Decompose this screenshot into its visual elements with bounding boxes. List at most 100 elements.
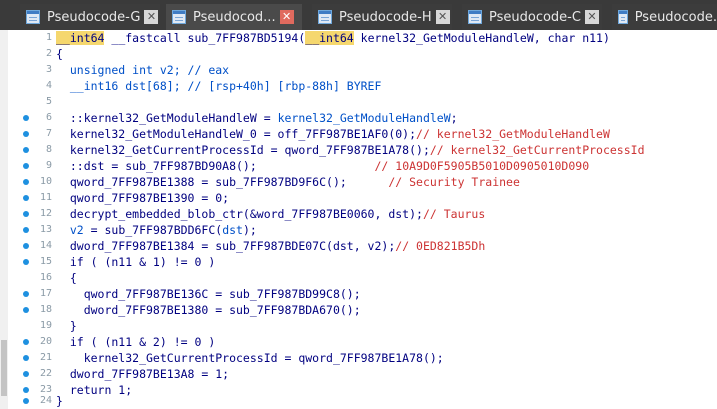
- close-icon[interactable]: ✕: [279, 10, 294, 24]
- code-text[interactable]: qword_7FF987BE1390 = 0;: [56, 190, 229, 206]
- breakpoint-dot[interactable]: [23, 243, 29, 249]
- line-number: 1: [45, 32, 52, 43]
- code-line[interactable]: 8 kernel32_GetCurrentProcessId = qword_7…: [0, 142, 717, 158]
- close-icon[interactable]: ✕: [584, 10, 599, 24]
- close-icon[interactable]: ✕: [144, 10, 159, 24]
- code-text[interactable]: {: [56, 270, 77, 286]
- code-line[interactable]: 4 __int16 dst[68]; // [rsp+40h] [rbp-88h…: [0, 78, 717, 94]
- code-text[interactable]: kernel32_GetCurrentProcessId = qword_7FF…: [56, 350, 444, 366]
- breakpoint-dot[interactable]: [23, 195, 29, 201]
- line-number: 13: [39, 224, 52, 235]
- code-text[interactable]: {: [56, 46, 63, 62]
- breakpoint-dot[interactable]: [23, 147, 29, 153]
- code-text[interactable]: dword_7FF987BE13A8 = 1;: [56, 366, 229, 382]
- breakpoint-dot[interactable]: [23, 259, 29, 265]
- line-number: 11: [39, 192, 52, 203]
- code-line[interactable]: 2 {: [0, 46, 717, 62]
- code-line[interactable]: 14 dword_7FF987BE1384 = sub_7FF987BDE07C…: [0, 238, 717, 254]
- pseudocode-icon: [468, 10, 482, 24]
- breakpoint-dot[interactable]: [23, 211, 29, 217]
- breakpoint-dot[interactable]: [23, 398, 29, 404]
- breakpoint-dot[interactable]: [23, 291, 29, 297]
- code-text[interactable]: }: [56, 393, 63, 409]
- line-number: 19: [39, 320, 52, 331]
- breakpoint-dot[interactable]: [23, 227, 29, 233]
- code-line[interactable]: 6 ::kernel32_GetModuleHandleW = kernel32…: [0, 110, 717, 126]
- tab-label: Pseudocode-C: [489, 9, 581, 25]
- code-fragment: );: [242, 223, 257, 237]
- code-comment: // 0ED821B5Dh: [395, 239, 486, 253]
- breakpoint-dot[interactable]: [23, 339, 29, 345]
- breakpoint-dot[interactable]: [23, 115, 29, 121]
- code-comment: // kernel32_GetCurrentProcessId: [429, 143, 645, 157]
- code-line[interactable]: 22 dword_7FF987BE13A8 = 1;: [0, 366, 717, 382]
- line-number: 10: [39, 176, 52, 187]
- code-text[interactable]: dword_7FF987BE1380 = sub_7FF987BDA670();: [56, 302, 361, 318]
- code-line[interactable]: 21 kernel32_GetCurrentProcessId = qword_…: [0, 350, 717, 366]
- breakpoint-dot[interactable]: [23, 371, 29, 377]
- breakpoint-dot[interactable]: [23, 355, 29, 361]
- code-line[interactable]: 18 dword_7FF987BE1380 = sub_7FF987BDA670…: [0, 302, 717, 318]
- code-text[interactable]: dword_7FF987BE1384 = sub_7FF987BDE07C(ds…: [56, 238, 485, 254]
- breakpoint-dot[interactable]: [23, 131, 29, 137]
- line-number: 15: [39, 256, 52, 267]
- line-number: 9: [45, 160, 52, 171]
- code-fragment: v2: [69, 223, 84, 237]
- code-line[interactable]: 15 if ( (n11 & 1) != 0 ): [0, 254, 717, 270]
- pseudocode-icon: [618, 10, 628, 24]
- line-number: 4: [45, 80, 52, 91]
- code-comment: // Taurus: [422, 207, 486, 221]
- tab-pseudocode-c[interactable]: Pseudocode-C ✕: [462, 4, 602, 30]
- line-number: 5: [45, 96, 52, 107]
- code-line[interactable]: 3 unsigned int v2; // eax: [0, 62, 717, 78]
- breakpoint-dot[interactable]: [23, 179, 29, 185]
- code-line[interactable]: 5: [0, 94, 717, 110]
- code-line[interactable]: 12 decrypt_embedded_blob_ctr(&word_7FF98…: [0, 206, 717, 222]
- code-line[interactable]: 17 qword_7FF987BE136C = sub_7FF987BD99C8…: [0, 286, 717, 302]
- code-line[interactable]: 16 {: [0, 270, 717, 286]
- line-number: 8: [45, 144, 52, 155]
- line-number: 17: [39, 288, 52, 299]
- code-line[interactable]: 24 }: [0, 393, 717, 409]
- code-line[interactable]: 1 __int64 __fastcall sub_7FF987BD5194(__…: [0, 30, 717, 46]
- tab-pseudocode-active[interactable]: Pseudocod... ✕: [166, 4, 302, 30]
- tab-label: Pseudocode.: [634, 9, 717, 25]
- code-fragment: kernel32_GetCurrentProcessId = qword_7FF…: [56, 143, 430, 157]
- code-line[interactable]: 13 v2 = sub_7FF987BDD6FC(dst);: [0, 222, 717, 238]
- code-line[interactable]: 10 qword_7FF987BE1388 = sub_7FF987BD9F6C…: [0, 174, 717, 190]
- line-number: 6: [45, 112, 52, 123]
- code-line[interactable]: 19 }: [0, 318, 717, 334]
- breakpoint-dot[interactable]: [23, 163, 29, 169]
- code-text[interactable]: __int64 __fastcall sub_7FF987BD5194(__in…: [56, 30, 610, 46]
- code-line[interactable]: 11 qword_7FF987BE1390 = 0;: [0, 190, 717, 206]
- tab-pseudocode-g[interactable]: Pseudocode-G ✕: [20, 4, 160, 30]
- code-text[interactable]: __int16 dst[68]; // [rsp+40h] [rbp-88h] …: [56, 78, 382, 94]
- line-number: 14: [39, 240, 52, 251]
- code-text[interactable]: }: [56, 318, 77, 334]
- code-text[interactable]: decrypt_embedded_blob_ctr(&word_7FF987BE…: [56, 206, 485, 222]
- code-text[interactable]: ::dst = sub_7FF987BD90A8(); // 10A9D0F59…: [56, 158, 589, 174]
- code-text[interactable]: if ( (n11 & 2) != 0 ): [56, 334, 215, 350]
- code-line[interactable]: 7 kernel32_GetModuleHandleW_0 = off_7FF9…: [0, 126, 717, 142]
- code-text[interactable]: qword_7FF987BE136C = sub_7FF987BD99C8();: [56, 286, 361, 302]
- code-text[interactable]: v2 = sub_7FF987BDD6FC(dst);: [56, 222, 257, 238]
- code-text[interactable]: kernel32_GetCurrentProcessId = qword_7FF…: [56, 142, 645, 158]
- code-line[interactable]: 20 if ( (n11 & 2) != 0 ): [0, 334, 717, 350]
- line-number: 20: [39, 336, 52, 347]
- code-fragment: = sub_7FF987BDD6FC(: [83, 223, 223, 237]
- line-number: 22: [39, 368, 52, 379]
- code-fragment: kernel32_GetModuleHandleW_0 = off_7FF987…: [56, 127, 417, 141]
- line-number: 18: [39, 304, 52, 315]
- tab-pseudocode-more[interactable]: Pseudocode.: [612, 4, 717, 30]
- code-text[interactable]: kernel32_GetModuleHandleW_0 = off_7FF987…: [56, 126, 610, 142]
- tab-pseudocode-h[interactable]: Pseudocode-H ✕: [312, 4, 452, 30]
- pseudocode-icon: [172, 10, 186, 24]
- code-line[interactable]: 9 ::dst = sub_7FF987BD90A8(); // 10A9D0F…: [0, 158, 717, 174]
- code-text[interactable]: unsigned int v2; // eax: [56, 62, 229, 78]
- code-text[interactable]: if ( (n11 & 1) != 0 ): [56, 254, 215, 270]
- code-text[interactable]: qword_7FF987BE1388 = sub_7FF987BD9F6C();…: [56, 174, 520, 190]
- breakpoint-dot[interactable]: [23, 307, 29, 313]
- code-fragment: decrypt_embedded_blob_ctr(&word_7FF987BE…: [56, 207, 423, 221]
- close-icon[interactable]: ✕: [435, 10, 450, 24]
- code-text[interactable]: ::kernel32_GetModuleHandleW = kernel32_G…: [56, 110, 458, 126]
